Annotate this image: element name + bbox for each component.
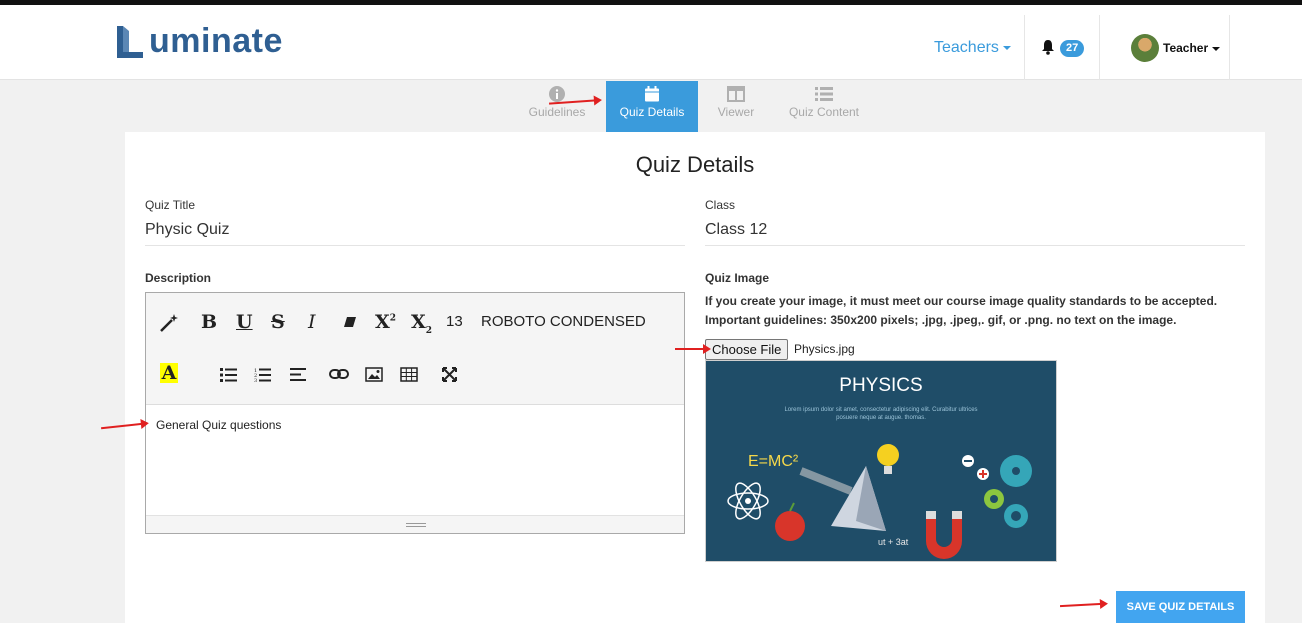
choose-file-button[interactable]: Choose File: [705, 339, 789, 360]
preview-subtitle: Lorem ipsum dolor sit amet, consectetur …: [784, 407, 978, 421]
user-menu-label: Teacher: [1163, 41, 1209, 55]
eraser-icon[interactable]: [343, 316, 357, 328]
quiz-image-preview: PHYSICS Lorem ipsum dolor sit amet, cons…: [705, 360, 1057, 562]
editor-resize-handle[interactable]: [146, 515, 684, 533]
notification-badge: 27: [1060, 40, 1085, 57]
tab-label: Quiz Details: [619, 105, 685, 119]
image-icon[interactable]: [365, 367, 383, 382]
grip-icon: [406, 523, 426, 527]
preview-title: PHYSICS: [839, 375, 923, 396]
tab-label: Guidelines: [528, 105, 586, 119]
strikethrough-icon[interactable]: S: [271, 311, 285, 333]
class-input[interactable]: Class 12: [705, 221, 1245, 246]
bold-icon[interactable]: B: [201, 311, 217, 333]
user-menu[interactable]: Teacher: [1163, 41, 1221, 55]
list-icon: [815, 87, 833, 101]
preview-formula: ut + 3at: [878, 537, 909, 547]
highlight-color-icon[interactable]: A: [160, 363, 178, 383]
chevron-down-icon: [1002, 45, 1011, 50]
description-text[interactable]: General Quiz questions: [156, 418, 281, 432]
calendar-icon: [645, 86, 659, 102]
logo-text: uminate: [149, 22, 283, 60]
link-icon[interactable]: [329, 368, 349, 380]
tab-label: Viewer: [717, 105, 755, 119]
fullscreen-icon[interactable]: [442, 367, 457, 382]
class-label: Class: [705, 198, 736, 212]
font-size-select[interactable]: 13: [446, 313, 463, 330]
page-title: Quiz Details: [635, 152, 755, 177]
columns-icon: [727, 86, 745, 102]
logo-mark-icon: [117, 26, 143, 58]
quiz-image-label: Quiz Image: [705, 271, 770, 285]
tab-bar: Guidelines Quiz Details Viewer Quiz Cont…: [0, 81, 1302, 132]
tab-guidelines[interactable]: Guidelines: [522, 81, 592, 132]
nav-divider: [1099, 15, 1100, 80]
font-family-select[interactable]: ROBOTO CONDENSED: [481, 313, 646, 330]
logo[interactable]: uminate: [113, 19, 283, 63]
teachers-menu-label: Teachers: [934, 39, 999, 56]
info-icon: [549, 86, 565, 102]
image-guidelines: If you create your image, it must meet o…: [705, 294, 1218, 327]
nav-divider: [1229, 15, 1230, 80]
teachers-menu[interactable]: Teachers: [934, 39, 1011, 57]
description-label: Description: [145, 271, 212, 285]
subscript-icon[interactable]: X2: [411, 311, 432, 336]
quiz-title-label: Quiz Title: [145, 198, 196, 212]
annotation-arrow: [675, 344, 711, 354]
nav-divider: [1024, 15, 1025, 80]
tab-label: Quiz Content: [788, 105, 860, 119]
editor-toolbar: B U S I X2 X2 13 ROBOTO CONDENSED A 1 2 …: [146, 293, 684, 405]
superscript-icon[interactable]: X2: [375, 311, 396, 333]
save-quiz-details-button[interactable]: SAVE QUIZ DETAILS: [1116, 591, 1245, 623]
tab-viewer[interactable]: Viewer: [710, 81, 762, 132]
numbered-list-icon[interactable]: 1 2 3: [254, 368, 271, 382]
table-icon[interactable]: [400, 367, 418, 382]
italic-icon[interactable]: I: [308, 311, 316, 333]
bullet-list-icon[interactable]: [220, 368, 237, 382]
bell-icon[interactable]: [1040, 39, 1056, 55]
rich-text-editor: B U S I X2 X2 13 ROBOTO CONDENSED A 1 2 …: [145, 292, 685, 534]
quiz-details-card: Quiz Details Quiz Title Physic Quiz Clas…: [125, 132, 1265, 623]
avatar[interactable]: [1131, 34, 1159, 62]
chevron-down-icon: [1212, 46, 1221, 51]
tab-quiz-details[interactable]: Quiz Details: [606, 81, 698, 132]
svg-text:3: 3: [254, 378, 257, 382]
quiz-title-input[interactable]: Physic Quiz: [145, 221, 685, 246]
file-name: Physics.jpg: [794, 342, 855, 356]
magic-wand-icon[interactable]: [158, 313, 180, 333]
align-left-icon[interactable]: [290, 368, 306, 381]
underline-icon[interactable]: U: [236, 311, 253, 333]
tab-quiz-content[interactable]: Quiz Content: [784, 81, 864, 132]
navbar: uminate Teachers 27 Teacher: [0, 5, 1302, 80]
